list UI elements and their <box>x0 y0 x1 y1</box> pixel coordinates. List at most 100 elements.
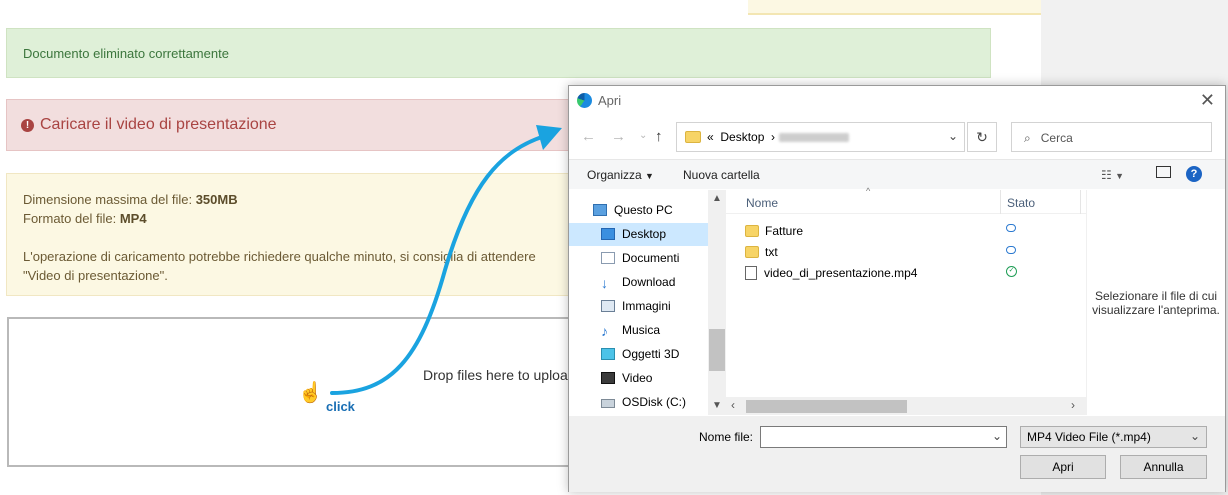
filename-label: Nome file: <box>699 430 754 444</box>
nav-label: Download <box>622 275 676 289</box>
file-type-value: MP4 Video File (*.mp4) <box>1027 430 1151 444</box>
search-placeholder: Cerca <box>1040 131 1073 145</box>
file-list-header: Nome ^ Stato <box>726 186 1086 214</box>
dialog-title: Apri <box>577 93 621 108</box>
close-icon[interactable]: ✕ <box>1200 90 1215 111</box>
file-type-select[interactable]: MP4 Video File (*.mp4) ⌄ <box>1020 426 1207 448</box>
success-alert: Documento eliminato correttamente <box>6 28 991 78</box>
nav-item-documenti[interactable]: Documenti <box>601 247 679 270</box>
open-file-dialog: Apri ✕ ← → ⌄ ↑ « Desktop › ⌄ ↻ ⌕ Cerca O… <box>568 85 1226 492</box>
scroll-down-icon[interactable]: ▼ <box>712 400 722 411</box>
breadcrumb-desktop[interactable]: Desktop <box>720 130 764 144</box>
documents-icon <box>601 252 615 264</box>
nav-item-download[interactable]: ↓ Download <box>601 271 675 294</box>
search-input[interactable]: ⌕ Cerca <box>1011 122 1212 152</box>
nav-label: Musica <box>622 323 661 337</box>
file-type-dropdown-icon: ⌄ <box>1189 429 1200 443</box>
file-name: txt <box>765 245 778 259</box>
synced-check-icon: ✓ <box>1006 266 1017 277</box>
exclamation-icon: ! <box>21 119 34 132</box>
nav-label: Immagini <box>622 299 671 313</box>
nav-item-musica[interactable]: ♪ Musica <box>601 319 660 342</box>
scroll-left-icon[interactable]: ‹ <box>731 398 735 412</box>
help-icon[interactable]: ? <box>1186 166 1202 182</box>
up-arrow-icon[interactable]: ↑ <box>655 128 663 145</box>
refresh-button[interactable]: ↻ <box>967 122 997 152</box>
back-arrow-icon[interactable]: ← <box>581 128 596 145</box>
music-icon: ♪ <box>601 323 608 339</box>
nav-item-osdisk[interactable]: OSDisk (C:) <box>601 391 686 414</box>
column-name[interactable]: Nome <box>746 196 778 210</box>
address-bar[interactable]: « Desktop › ⌄ <box>676 122 965 152</box>
dialog-toolbar: Organizza ▼ Nuova cartella ☷ ▼ ? <box>569 159 1225 189</box>
disk-icon <box>601 399 615 408</box>
file-name: Fatture <box>765 224 804 238</box>
breadcrumb-overflow[interactable]: « <box>707 130 714 144</box>
download-icon: ↓ <box>601 275 608 291</box>
cancel-button[interactable]: Annulla <box>1120 455 1207 479</box>
new-folder-button[interactable]: Nuova cartella <box>683 168 760 182</box>
address-dropdown-icon[interactable]: ⌄ <box>948 129 958 143</box>
format-label: Formato del file: <box>23 211 120 226</box>
nav-label: Questo PC <box>614 203 673 217</box>
column-separator[interactable] <box>1080 190 1081 214</box>
nav-item-questo-pc[interactable]: Questo PC <box>593 199 673 222</box>
refresh-icon: ↻ <box>976 129 988 145</box>
desktop-icon <box>601 228 615 240</box>
format-value: MP4 <box>119 211 147 226</box>
nav-label: Oggetti 3D <box>622 347 680 361</box>
dropzone-text: Drop files here to upload <box>423 367 576 383</box>
scroll-up-icon[interactable]: ▲ <box>712 193 722 204</box>
max-size-value: 350MB <box>195 192 238 207</box>
search-icon: ⌕ <box>1024 131 1031 145</box>
success-message: Documento eliminato correttamente <box>23 46 229 61</box>
organize-menu[interactable]: Organizza ▼ <box>587 168 654 182</box>
nav-item-immagini[interactable]: Immagini <box>601 295 671 318</box>
folder-icon <box>685 131 701 143</box>
top-warning-strip <box>748 0 1041 15</box>
pictures-icon <box>601 300 615 312</box>
folder-icon <box>745 246 759 258</box>
recent-chevron-icon[interactable]: ⌄ <box>639 130 647 141</box>
view-options-icon[interactable]: ☷ ▼ <box>1101 168 1124 182</box>
file-row-fatture[interactable]: Fatture <box>745 221 803 242</box>
nav-scrollbar[interactable] <box>708 190 726 415</box>
hand-cursor-icon: ☝ <box>298 382 323 404</box>
open-button[interactable]: Apri <box>1020 455 1106 479</box>
video-file-icon <box>745 266 757 280</box>
file-row-video[interactable]: video_di_presentazione.mp4 <box>745 263 917 284</box>
nav-scroll-thumb[interactable] <box>709 329 725 371</box>
blurred-folder-name[interactable] <box>779 133 850 142</box>
nav-item-video[interactable]: Video <box>601 367 652 390</box>
max-size-label: Dimensione massima del file: <box>23 192 196 207</box>
error-message: Caricare il video di presentazione <box>40 116 277 133</box>
3d-objects-icon <box>601 348 615 360</box>
nav-label: Desktop <box>622 227 667 241</box>
nav-label: Video <box>622 371 653 385</box>
preview-pane-icon[interactable] <box>1156 166 1171 178</box>
sort-up-icon: ^ <box>866 186 871 196</box>
organize-label: Organizza <box>587 168 642 182</box>
filename-dropdown-icon[interactable]: ⌄ <box>992 429 1002 443</box>
dialog-title-text: Apri <box>598 93 622 108</box>
column-status[interactable]: Stato <box>1007 196 1035 210</box>
folder-icon <box>745 225 759 237</box>
cloud-icon <box>1006 246 1016 254</box>
file-row-txt[interactable]: txt <box>745 242 778 263</box>
cloud-icon <box>1006 224 1016 232</box>
filename-input[interactable]: ⌄ <box>760 426 1007 448</box>
edge-logo-icon <box>577 93 592 108</box>
click-annotation: click <box>326 399 355 414</box>
dropdown-caret-icon: ▼ <box>645 171 654 181</box>
breadcrumb: « Desktop › <box>707 130 850 144</box>
column-separator[interactable] <box>1000 190 1001 214</box>
nav-label: OSDisk (C:) <box>622 395 686 409</box>
nav-item-desktop[interactable]: Desktop <box>569 223 708 246</box>
nav-item-oggetti-3d[interactable]: Oggetti 3D <box>601 343 679 366</box>
forward-arrow-icon[interactable]: → <box>611 128 626 145</box>
pc-icon <box>593 204 607 216</box>
hscroll-thumb[interactable] <box>746 400 907 413</box>
scroll-right-icon[interactable]: › <box>1071 398 1075 412</box>
nav-label: Documenti <box>622 251 680 265</box>
file-name: video_di_presentazione.mp4 <box>764 266 918 280</box>
